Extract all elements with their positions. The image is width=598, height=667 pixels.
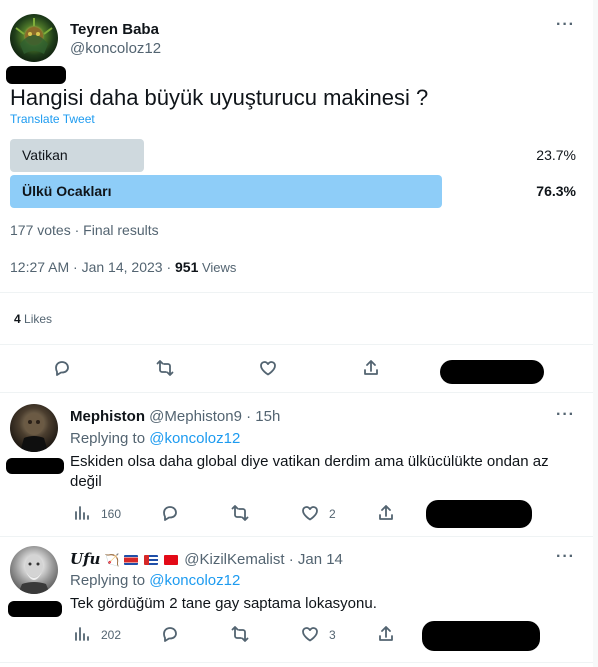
timestamp[interactable]: 12:27 AM · Jan 14, 2023 · bbox=[10, 259, 175, 275]
reply-icon[interactable] bbox=[160, 503, 180, 523]
views-icon[interactable] bbox=[72, 624, 92, 644]
retweet-icon[interactable] bbox=[230, 624, 250, 644]
reply-header: Mephiston @Mephiston9 · 15h bbox=[70, 408, 280, 425]
likes-count: 2 bbox=[329, 507, 336, 521]
more-icon[interactable]: ··· bbox=[556, 16, 575, 34]
bow-arrow-icon: 🏹 bbox=[104, 553, 120, 567]
more-icon[interactable]: ··· bbox=[556, 406, 575, 424]
retweet-icon[interactable] bbox=[155, 358, 175, 378]
reply-header: Ufu 🏹 @KizilKemalist · Jan 14 bbox=[70, 550, 343, 568]
avatar[interactable] bbox=[10, 404, 58, 452]
redacted-block bbox=[440, 360, 544, 384]
share-icon[interactable] bbox=[361, 358, 381, 378]
display-name[interactable]: Mephiston bbox=[70, 408, 145, 425]
views-count: 951 bbox=[175, 259, 199, 275]
divider bbox=[0, 344, 593, 345]
display-name[interactable]: Ufu bbox=[70, 550, 100, 568]
like-icon[interactable] bbox=[300, 624, 320, 644]
avatar[interactable] bbox=[10, 14, 58, 62]
north-korea-flag-icon bbox=[123, 555, 138, 565]
divider bbox=[0, 536, 593, 537]
avatar[interactable] bbox=[10, 546, 58, 594]
replying-to-link[interactable]: @koncoloz12 bbox=[149, 572, 240, 589]
reply-text: Eskiden olsa daha global diye vatikan de… bbox=[70, 453, 549, 490]
retweet-icon[interactable] bbox=[230, 503, 250, 523]
replying-to: Replying to @koncoloz12 bbox=[70, 430, 240, 447]
likes-count: 4 bbox=[14, 312, 21, 326]
divider bbox=[0, 662, 593, 663]
replying-to-link[interactable]: @koncoloz12 bbox=[149, 430, 240, 447]
turkey-flag-icon bbox=[164, 555, 179, 565]
poll-summary: 177 votes · Final results bbox=[10, 222, 159, 238]
tweet-text: Hangisi daha büyük uyuşturucu makinesi ? bbox=[10, 85, 429, 110]
display-name[interactable]: Teyren Baba bbox=[70, 21, 159, 38]
replying-prefix: Replying to bbox=[70, 430, 150, 447]
like-icon[interactable] bbox=[258, 358, 278, 378]
like-icon[interactable] bbox=[300, 503, 320, 523]
share-icon[interactable] bbox=[376, 624, 396, 644]
views-count: 160 bbox=[101, 507, 122, 521]
poll-option-percent: 76.3% bbox=[536, 183, 576, 199]
poll-option-percent: 23.7% bbox=[536, 147, 576, 163]
timestamp-row: 12:27 AM · Jan 14, 2023 · 951 Views bbox=[10, 259, 236, 275]
handle[interactable]: @Mephiston9 bbox=[149, 408, 242, 425]
likes-row[interactable]: 4 Likes bbox=[14, 312, 52, 326]
redacted-block bbox=[422, 621, 540, 651]
replying-prefix: Replying to bbox=[70, 572, 150, 589]
divider bbox=[0, 292, 593, 293]
views-icon[interactable] bbox=[72, 503, 92, 523]
share-icon[interactable] bbox=[376, 503, 396, 523]
more-icon[interactable]: ··· bbox=[556, 548, 575, 566]
views-label: Views bbox=[198, 260, 237, 275]
replying-to: Replying to @koncoloz12 bbox=[70, 572, 240, 589]
poll-option-label: Vatikan bbox=[22, 147, 68, 163]
reply-text: Tek gördüğüm 2 tane gay saptama lokasyon… bbox=[70, 595, 377, 612]
redacted-block bbox=[426, 500, 532, 528]
reply-icon[interactable] bbox=[52, 358, 72, 378]
handle[interactable]: @KizilKemalist bbox=[184, 551, 284, 568]
poll-option-label: Ülkü Ocakları bbox=[22, 183, 112, 199]
reply-icon[interactable] bbox=[160, 624, 180, 644]
reply-time[interactable]: · Jan 14 bbox=[289, 551, 343, 568]
redacted-block bbox=[8, 601, 62, 617]
reply-time[interactable]: · 15h bbox=[246, 408, 280, 425]
scrollbar[interactable] bbox=[593, 0, 598, 667]
translate-link[interactable]: Translate Tweet bbox=[10, 112, 95, 126]
views-count: 202 bbox=[101, 628, 122, 642]
redacted-block bbox=[6, 458, 64, 474]
likes-label: Likes bbox=[20, 312, 53, 326]
divider bbox=[0, 392, 593, 393]
handle[interactable]: @koncoloz12 bbox=[70, 40, 161, 57]
likes-count: 3 bbox=[329, 628, 336, 642]
emoji-flags: 🏹 bbox=[105, 551, 185, 568]
cuba-flag-icon bbox=[143, 555, 158, 565]
redacted-block bbox=[6, 66, 66, 84]
